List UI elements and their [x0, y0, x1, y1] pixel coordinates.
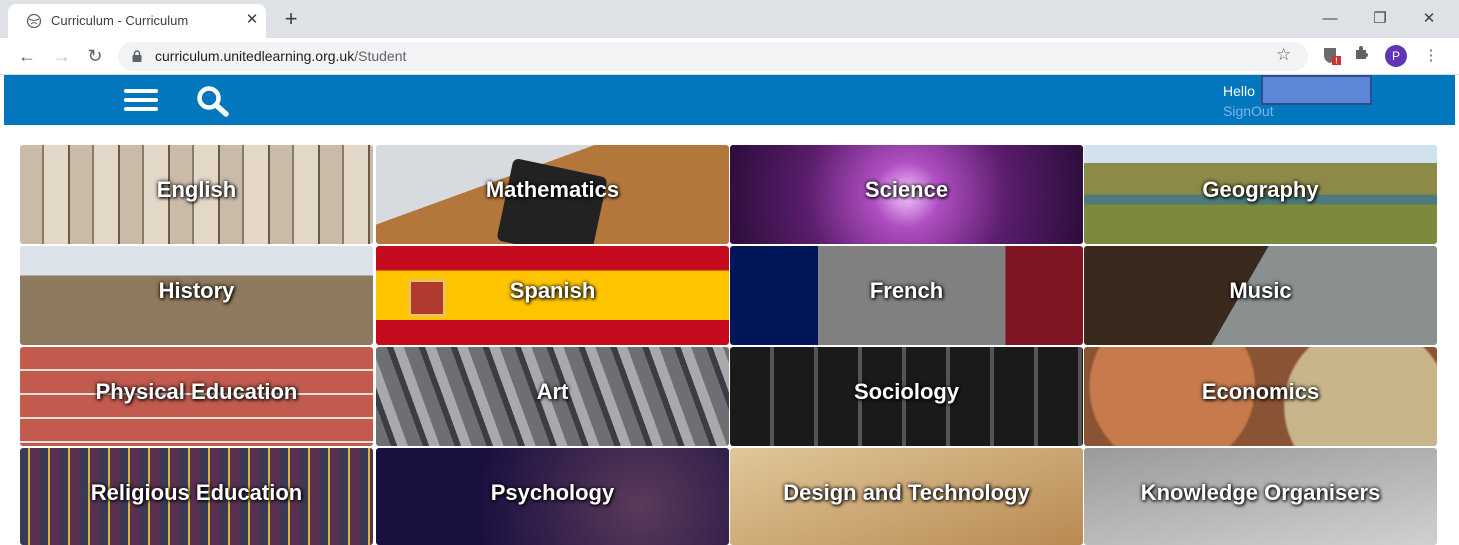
tile-label: Physical Education: [95, 379, 298, 404]
close-window-button[interactable]: ✕: [1406, 4, 1452, 34]
address-bar[interactable]: curriculum.unitedlearning.org.uk/Student…: [118, 42, 1308, 71]
subject-grid: English Mathematics Science Geography Hi…: [20, 145, 1438, 545]
tile-physical-education[interactable]: Physical Education: [20, 347, 373, 446]
tile-label: Sociology: [853, 379, 960, 404]
url-text: curriculum.unitedlearning.org.uk/Student: [155, 48, 406, 64]
bookmark-star-icon[interactable]: ☆: [1276, 45, 1291, 65]
tile-science[interactable]: Science: [730, 145, 1083, 244]
url-host: curriculum.unitedlearning.org.uk: [155, 48, 355, 64]
redacted-username: [1261, 75, 1372, 105]
tile-geography[interactable]: Geography: [1084, 145, 1437, 244]
tile-label: Geography: [1202, 177, 1319, 202]
back-arrow-icon[interactable]: ←: [15, 44, 39, 68]
tile-music[interactable]: Music: [1084, 246, 1437, 345]
tile-label: Art: [536, 379, 569, 404]
tile-label: French: [869, 278, 944, 303]
tile-label: History: [158, 278, 235, 303]
site-header: Hello SignOut: [4, 75, 1455, 125]
tile-french[interactable]: French: [730, 246, 1083, 345]
extension-shield-icon[interactable]: !: [1320, 45, 1342, 67]
tab-close-icon[interactable]: ✕: [242, 10, 262, 30]
tile-history[interactable]: History: [20, 246, 373, 345]
globe-icon: [26, 13, 42, 29]
signout-link[interactable]: SignOut: [1223, 103, 1274, 119]
tile-label: Economics: [1201, 379, 1320, 404]
tile-spanish[interactable]: Spanish: [376, 246, 729, 345]
tile-label: Design and Technology: [783, 480, 1030, 505]
tile-label: Knowledge Organisers: [1140, 480, 1381, 505]
tile-sociology[interactable]: Sociology: [730, 347, 1083, 446]
tile-religious-education[interactable]: Religious Education: [20, 448, 373, 545]
hamburger-menu-icon[interactable]: [124, 89, 158, 113]
tile-psychology[interactable]: Psychology: [376, 448, 729, 545]
lock-icon: [132, 50, 142, 62]
tile-label: English: [156, 177, 237, 202]
greeting-label: Hello: [1223, 83, 1255, 99]
tile-art[interactable]: Art: [376, 347, 729, 446]
forward-arrow-icon[interactable]: →: [50, 44, 74, 68]
minimize-button[interactable]: —: [1307, 4, 1353, 34]
svg-text:!: !: [1335, 57, 1338, 66]
tile-label: Music: [1229, 278, 1292, 303]
browser-toolbar: ← → ↻ curriculum.unitedlearning.org.uk/S…: [0, 38, 1459, 75]
restore-button[interactable]: ❐: [1357, 4, 1403, 34]
shield-icon: !: [1324, 48, 1341, 66]
profile-avatar[interactable]: P: [1385, 45, 1407, 67]
tile-design-and-technology[interactable]: Design and Technology: [730, 448, 1083, 545]
tile-label: Mathematics: [485, 177, 620, 202]
new-tab-button[interactable]: +: [279, 8, 303, 32]
url-path: /Student: [354, 48, 407, 64]
search-icon[interactable]: [196, 85, 230, 117]
tile-mathematics[interactable]: Mathematics: [376, 145, 729, 244]
tile-label: Spanish: [509, 278, 596, 303]
browser-tab[interactable]: Curriculum - Curriculum ✕: [8, 4, 266, 38]
browser-tab-bar: Curriculum - Curriculum ✕ + — ❐ ✕: [0, 0, 1459, 38]
puzzle-icon: [1356, 46, 1368, 59]
more-menu-icon[interactable]: ⋮: [1420, 45, 1442, 67]
extensions-puzzle-icon[interactable]: [1351, 45, 1373, 67]
tile-economics[interactable]: Economics: [1084, 347, 1437, 446]
reload-icon[interactable]: ↻: [83, 44, 107, 68]
tile-label: Science: [864, 177, 949, 202]
tile-english[interactable]: English: [20, 145, 373, 244]
tab-title: Curriculum - Curriculum: [51, 13, 189, 28]
tile-label: Religious Education: [90, 480, 303, 505]
tile-label: Psychology: [490, 480, 615, 505]
tile-knowledge-organisers[interactable]: Knowledge Organisers: [1084, 448, 1437, 545]
